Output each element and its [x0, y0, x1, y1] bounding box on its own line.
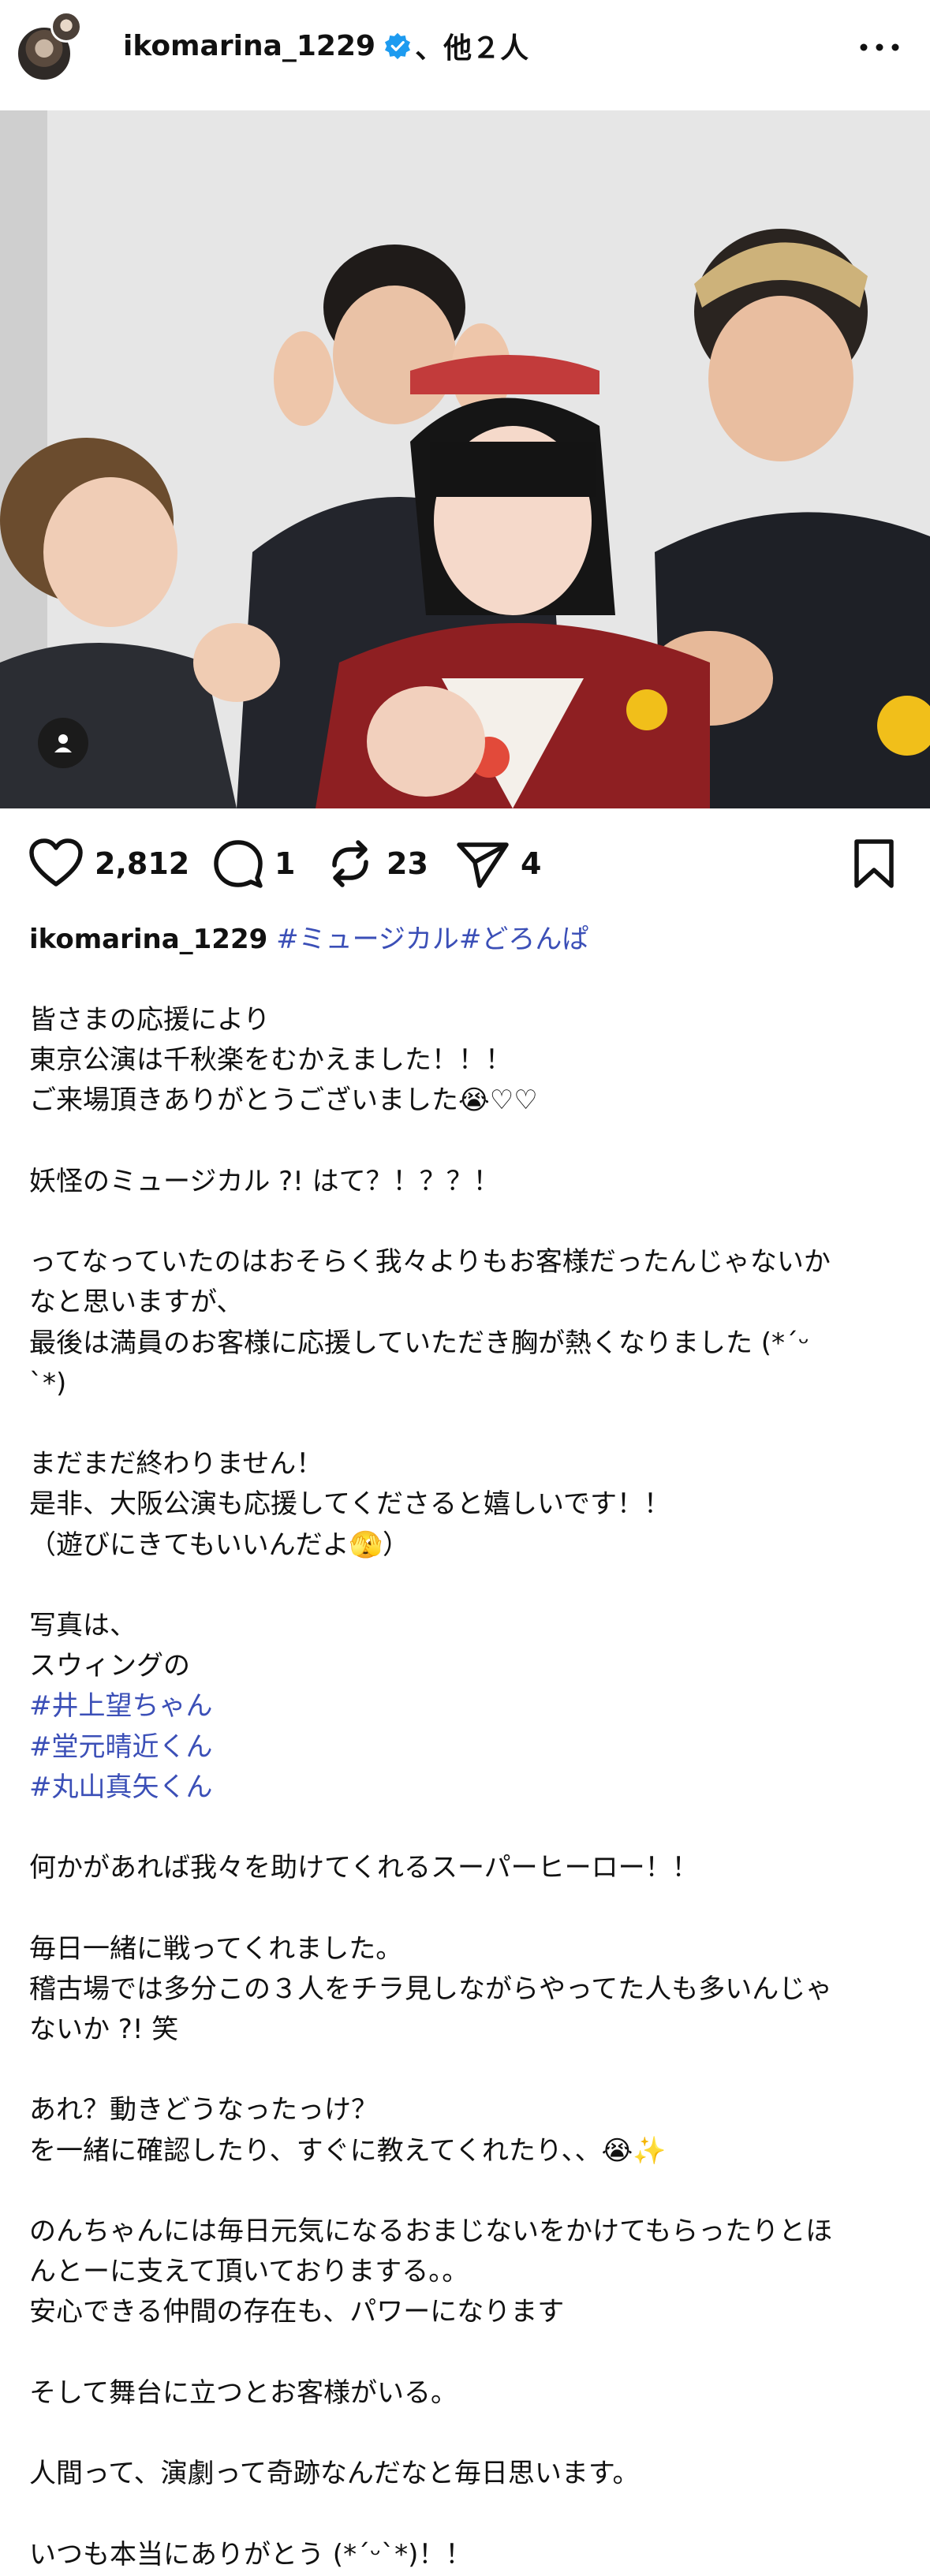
- caption-line: ご来場頂きありがとうございました😭♡♡: [29, 1085, 538, 1117]
- caption-username[interactable]: ikomarina_1229: [29, 924, 267, 955]
- author-username[interactable]: ikomarina_1229: [123, 30, 375, 62]
- caption-line: ないか ?! 笑: [29, 2014, 179, 2045]
- repost-icon[interactable]: [325, 838, 375, 889]
- person-tag-icon: [54, 734, 72, 752]
- more-options-icon[interactable]: [856, 33, 903, 62]
- caption-line: そして舞台に立つとお客様がいる。: [29, 2376, 458, 2409]
- like-action[interactable]: 2,812: [28, 824, 189, 903]
- caption-line: スウィングの: [29, 1650, 190, 1682]
- post-photo[interactable]: [0, 110, 930, 808]
- heart-icon[interactable]: [28, 838, 84, 889]
- caption-line: まだまだ終わりません！: [29, 1448, 323, 1480]
- author-row: ikomarina_1229 、他２人: [123, 26, 528, 65]
- comment-action[interactable]: 1: [213, 824, 295, 903]
- caption-line: 毎日一緒に戦ってくれました。: [29, 1932, 403, 1965]
- avatar-group[interactable]: [16, 11, 88, 84]
- verified-badge-icon: [385, 32, 411, 60]
- group-selfie-image: [0, 110, 930, 808]
- repost-action[interactable]: 23: [325, 824, 428, 903]
- comment-icon[interactable]: [213, 838, 263, 889]
- caption-line: んとーに支えて頂いておりまする。。: [29, 2256, 469, 2288]
- caption-hashtags[interactable]: #ミュージカル#どろんぱ: [276, 924, 588, 955]
- caption-line: 皆さまの応援により: [29, 1004, 271, 1036]
- caption-line: あれ？動きどうなったっけ？: [29, 2094, 378, 2126]
- share-count[interactable]: 4: [521, 846, 541, 881]
- caption-line: `*): [29, 1367, 67, 1399]
- action-bar: 2,812 1 23 4: [0, 824, 930, 903]
- comment-count[interactable]: 1: [275, 846, 295, 881]
- caption-line: 東京公演は千秋楽をむかえました！！！: [29, 1044, 512, 1077]
- caption-line: 最後は満員のお客様に応援していただき胸が熱くなりました (*´ᵕ: [29, 1327, 810, 1359]
- like-count[interactable]: 2,812: [95, 846, 189, 881]
- caption-line: を一緒に確認したり、すぐに教えてくれたり、、😭✨: [29, 2134, 667, 2167]
- caption-hashtag-line[interactable]: #井上望ちゃん: [29, 1686, 213, 1727]
- caption-line: ってなっていたのはおそらく我々よりもお客様だったんじゃないか: [29, 1246, 831, 1279]
- caption-line: 写真は、: [29, 1610, 136, 1641]
- send-icon[interactable]: [456, 838, 510, 889]
- share-action[interactable]: 4: [456, 824, 541, 903]
- coauthor-avatar[interactable]: [50, 11, 82, 43]
- caption-line: 安心できる仲間の存在も、パワーになります: [29, 2296, 565, 2328]
- caption-hashtag-line[interactable]: #丸山真矢くん: [29, 1768, 213, 1808]
- caption-hashtag-line[interactable]: #堂元晴近くん: [29, 1727, 213, 1768]
- tagged-people-button[interactable]: [38, 718, 88, 768]
- caption-line: 人間って、演劇って奇跡なんだなと毎日思います。: [29, 2458, 640, 2490]
- caption-line: 妖怪のミュージカル ?! はて？！？？！: [29, 1165, 500, 1197]
- caption-line: のんちゃんには毎日元気になるおまじないをかけてもらったりとほ: [29, 2216, 833, 2247]
- caption-header: ikomarina_1229 #ミュージカル#どろんぱ: [29, 920, 588, 960]
- caption-line: （遊びにきてもいいんだよ🫣）: [29, 1529, 409, 1561]
- caption-line: 是非、大阪公演も応援してくださると嬉しいです！！: [29, 1488, 670, 1521]
- caption-line: 何かがあれば我々を助けてくれるスーパーヒーロー！！: [29, 1852, 699, 1884]
- caption-line: 稽古場では多分この３人をチラ見しながらやってた人も多いんじゃ: [29, 1973, 833, 2005]
- caption-line: なと思いますが、: [29, 1286, 244, 1319]
- repost-count[interactable]: 23: [387, 846, 428, 881]
- bookmark-icon[interactable]: [852, 838, 896, 889]
- coauthors-label[interactable]: 、他２人: [415, 25, 528, 66]
- caption-line: いつも本当にありがとう (*´ᵕ`*)！！: [29, 2538, 472, 2570]
- post-header: ikomarina_1229 、他２人: [0, 0, 930, 93]
